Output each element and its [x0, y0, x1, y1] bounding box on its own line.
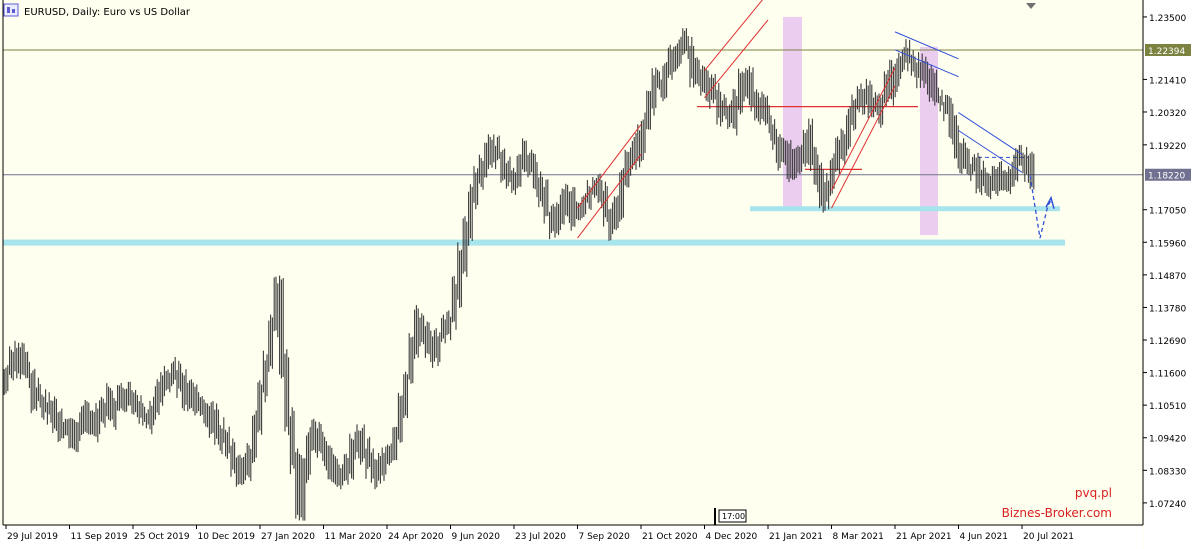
x-tick-label: 10 Dec 2019	[198, 532, 256, 542]
x-tick-label: 4 Dec 2020	[706, 532, 758, 542]
price-tag-upper: 1.22394	[1148, 47, 1185, 57]
x-tick-label: 8 Mar 2021	[833, 532, 884, 542]
x-tick-label: 25 Oct 2019	[134, 532, 190, 542]
y-tick-label: 1.12690	[1149, 337, 1186, 347]
chart-window: 1.23500 1.22394 1.21410 1.20320 1.19220 1.182…	[0, 0, 1200, 549]
price-tag-current: 1.18220	[1148, 172, 1185, 182]
x-tick-label: 27 Jan 2020	[261, 532, 315, 542]
y-tick-label: 1.08330	[1149, 467, 1186, 477]
x-tick-label: 9 Jun 2020	[452, 532, 501, 542]
y-tick-label: 1.13780	[1149, 304, 1186, 314]
x-tick-label: 21 Apr 2021	[896, 532, 952, 542]
x-tick-label: 24 Apr 2020	[388, 532, 444, 542]
support-zone	[3, 239, 1065, 246]
support-zone	[750, 206, 1060, 212]
watermark-site2: Biznes-Broker.com	[1002, 506, 1112, 520]
chart-title: EURUSD, Daily: Euro vs US Dollar	[24, 7, 191, 18]
x-tick-label: 4 Jun 2021	[960, 532, 1008, 542]
x-tick-label: 21 Oct 2020	[642, 532, 698, 542]
y-tick-label: 1.10510	[1149, 402, 1186, 412]
y-tick-label: 1.23500	[1149, 14, 1186, 24]
time-marker-bar	[714, 508, 716, 525]
x-tick-label: 21 Jan 2021	[769, 532, 823, 542]
x-tick-label: 7 Sep 2020	[579, 532, 631, 542]
x-tick-label: 23 Jul 2020	[515, 532, 566, 542]
x-tick-label: 20 Jul 2021	[1023, 532, 1074, 542]
y-tick-label: 1.11600	[1149, 370, 1186, 380]
chart-window-icon	[3, 3, 19, 17]
y-tick-label: 1.09420	[1149, 435, 1186, 445]
y-tick-label: 1.21410	[1149, 76, 1186, 86]
x-tick-label: 29 Jul 2019	[7, 532, 58, 542]
x-tick-label: 11 Sep 2019	[71, 532, 128, 542]
chart-window-icon-bar	[7, 7, 10, 13]
chart-background	[0, 0, 1200, 549]
chart-window-icon-bar	[12, 9, 15, 13]
y-tick-label: 1.07240	[1149, 500, 1186, 510]
price-chart[interactable]: 1.23500 1.22394 1.21410 1.20320 1.19220 1.182…	[0, 0, 1200, 549]
y-tick-label: 1.17050	[1149, 207, 1186, 217]
y-tick-label: 1.14870	[1149, 272, 1186, 282]
y-tick-label: 1.15960	[1149, 239, 1186, 249]
x-tick-label: 11 Mar 2020	[325, 532, 382, 542]
watermark-site1: pvq.pl	[1075, 486, 1112, 500]
y-tick-label: 1.19220	[1149, 142, 1186, 152]
y-tick-label: 1.20320	[1149, 109, 1186, 119]
time-label: 17:00	[722, 512, 745, 521]
